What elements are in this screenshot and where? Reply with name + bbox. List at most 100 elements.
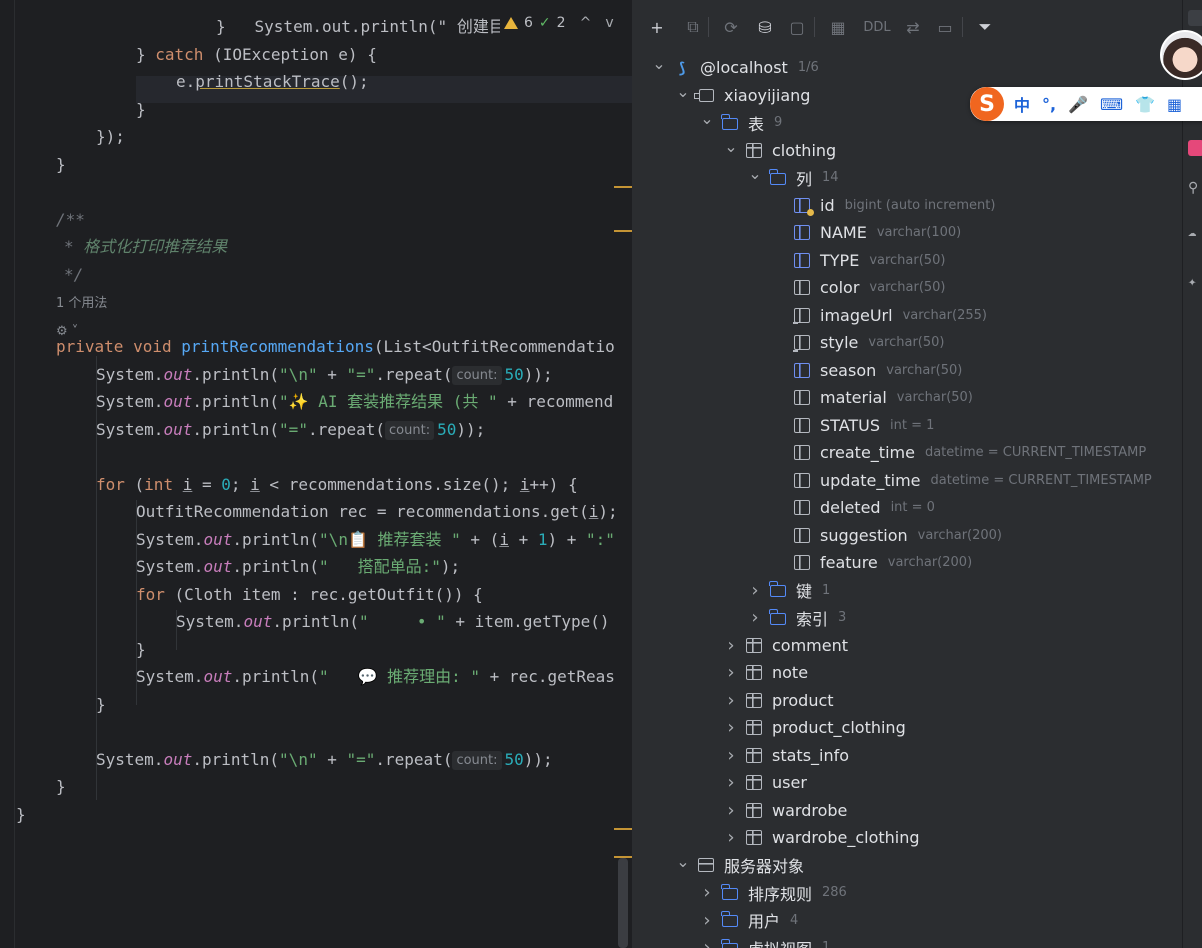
expanded-chevron-icon[interactable]: ⌄ (673, 81, 693, 101)
code-line[interactable]: }); (96, 123, 125, 150)
tree-node-t18[interactable]: feature varchar(200) (769, 549, 972, 576)
data-source-properties-icon[interactable]: ⛁ (752, 14, 778, 40)
endpoints-tool-icon[interactable]: ⚲ (1188, 180, 1202, 196)
code-line[interactable]: OutfitRecommendation rec = recommendatio… (136, 498, 618, 525)
ime-toolbar[interactable]: S 中 °, 🎤 ⌨ 👕 ▦ (970, 87, 1202, 121)
table-view-icon[interactable]: ▦ (825, 14, 851, 40)
scrollbar-warning-mark[interactable] (614, 230, 632, 232)
tree-node-t20[interactable]: › 索引 3 (745, 604, 846, 631)
code-line[interactable]: System.out.println(" 搭配单品:"); (136, 553, 460, 580)
tree-node-t24[interactable]: › product_clothing (721, 714, 905, 741)
new-icon[interactable]: + (644, 14, 670, 40)
collapsed-chevron-icon[interactable]: › (721, 745, 741, 766)
ai-assistant-tool-icon[interactable]: ✦ (1188, 274, 1202, 290)
collapsed-chevron-icon[interactable]: › (721, 827, 741, 848)
next-highlight-icon[interactable]: v (605, 15, 613, 31)
tree-node-t23[interactable]: › product (721, 687, 833, 714)
code-line[interactable]: * 格式化打印推荐结果 (64, 233, 227, 260)
code-line[interactable]: System.out.println("=".repeat(count: 50))… (96, 416, 485, 443)
tree-node-t29[interactable]: ⌄ 服务器对象 (673, 852, 804, 879)
tree-node-t17[interactable]: suggestion varchar(200) (769, 522, 1002, 549)
expanded-chevron-icon[interactable]: ⌄ (649, 54, 669, 74)
collapsed-chevron-icon[interactable]: › (721, 717, 741, 738)
database-tool-icon[interactable] (1188, 10, 1202, 26)
collapsed-chevron-icon[interactable]: › (721, 772, 741, 793)
tree-node-t32[interactable]: › 虚拟视图 1 (697, 934, 830, 948)
tree-node-t30[interactable]: › 排序规则 286 (697, 879, 846, 906)
tree-node-t14[interactable]: create_time datetime = CURRENT_TIMESTAMP (769, 439, 1146, 466)
tree-node-t28[interactable]: › wardrobe_clothing (721, 824, 919, 851)
notifications-tool-icon[interactable]: ☁ (1188, 224, 1202, 240)
previous-highlight-icon[interactable]: ^ (580, 15, 592, 31)
tree-node-t26[interactable]: › user (721, 769, 807, 796)
code-line[interactable]: } (56, 773, 66, 800)
scrollbar-warning-mark[interactable] (614, 828, 632, 830)
tree-node-t8[interactable]: color varchar(50) (769, 274, 946, 301)
tree-node-t15[interactable]: update_time datetime = CURRENT_TIMESTAMP (769, 467, 1152, 494)
code-line[interactable]: System.out.println("\n" + "=".repeat(cou… (96, 746, 553, 773)
tree-node-t0[interactable]: ⌄ ⟆ @localhost 1/6 (649, 54, 818, 81)
collapsed-chevron-icon[interactable]: › (745, 607, 765, 628)
keyboard-icon[interactable]: ⌨ (1100, 95, 1123, 114)
inspection-widget[interactable]: 6 ✓ 2 ^ v (500, 10, 614, 36)
editor-scrollbar-thumb[interactable] (618, 858, 628, 948)
tree-node-t19[interactable]: › 键 1 (745, 577, 830, 604)
toolbox-icon[interactable]: ▦ (1167, 95, 1182, 114)
scrollbar-warning-mark[interactable] (614, 186, 632, 188)
expanded-chevron-icon[interactable]: ⌄ (697, 109, 717, 129)
collapsed-chevron-icon[interactable]: › (697, 937, 717, 948)
code-line[interactable]: System.out.println(" 💬 推荐理由: " + rec.get… (136, 663, 615, 690)
avatar[interactable] (1160, 30, 1202, 80)
code-line[interactable]: } catch (IOException e) { (136, 41, 377, 68)
code-line[interactable]: 1 个用法 (56, 288, 107, 315)
plugin-tool-icon[interactable] (1188, 140, 1202, 156)
stop-icon[interactable]: ▢ (784, 14, 810, 40)
tree-node-t4[interactable]: ⌄ 列 14 (745, 164, 838, 191)
code-line[interactable]: private void printRecommendations(List<O… (56, 333, 615, 360)
microphone-icon[interactable]: 🎤 (1068, 95, 1088, 114)
collapsed-chevron-icon[interactable]: › (721, 635, 741, 656)
tree-node-t2[interactable]: ⌄ 表 9 (697, 109, 782, 136)
code-line[interactable]: } (136, 96, 146, 123)
refresh-icon[interactable]: ⟳ (718, 14, 744, 40)
code-editor[interactable]: }} catch (IOException e) {e.printStackTr… (0, 0, 632, 948)
collapsed-chevron-icon[interactable]: › (721, 662, 741, 683)
collapsed-chevron-icon[interactable]: › (745, 580, 765, 601)
collapsed-chevron-icon[interactable]: › (697, 910, 717, 931)
sogou-logo-icon[interactable]: S (970, 87, 1004, 121)
tree-node-t5[interactable]: id bigint (auto increment) (769, 192, 995, 219)
tree-node-t27[interactable]: › wardrobe (721, 797, 847, 824)
collapsed-chevron-icon[interactable]: › (721, 690, 741, 711)
code-line[interactable]: System.out.println("✨ AI 套装推荐结果 (共 " + r… (96, 388, 613, 415)
tree-node-t13[interactable]: STATUS int = 1 (769, 412, 934, 439)
tree-node-t9[interactable]: imageUrl varchar(255) (769, 302, 987, 329)
code-line[interactable]: for (Cloth item : rec.getOutfit()) { (136, 581, 483, 608)
tree-node-t1[interactable]: ⌄ xiaoyijiang (673, 82, 810, 109)
code-line[interactable]: for (int i = 0; i < recommendations.size… (96, 471, 578, 498)
tree-node-t3[interactable]: ⌄ clothing (721, 137, 836, 164)
copy-icon[interactable]: ⧉ (680, 14, 706, 40)
expanded-chevron-icon[interactable]: ⌄ (721, 136, 741, 156)
jump-icon[interactable]: ⇄ (900, 14, 926, 40)
expanded-chevron-icon[interactable]: ⌄ (745, 164, 765, 184)
skin-icon[interactable]: 👕 (1135, 95, 1155, 114)
tree-node-t12[interactable]: material varchar(50) (769, 384, 973, 411)
punctuation-icon[interactable]: °, (1042, 95, 1056, 114)
chinese-mode-icon[interactable]: 中 (1014, 92, 1030, 116)
code-line[interactable]: */ (64, 261, 83, 288)
filter-icon[interactable]: ⏷ (972, 14, 998, 40)
expanded-chevron-icon[interactable]: ⌄ (673, 851, 693, 871)
ddl-button[interactable]: DDL (860, 14, 894, 40)
code-line[interactable]: System.out.println("\n" + "=".repeat(cou… (96, 361, 553, 388)
tree-node-t22[interactable]: › note (721, 659, 808, 686)
code-line[interactable]: } (16, 801, 26, 828)
collapsed-chevron-icon[interactable]: › (721, 800, 741, 821)
collapsed-chevron-icon[interactable]: › (697, 882, 717, 903)
tree-node-t21[interactable]: › comment (721, 632, 848, 659)
tree-node-t31[interactable]: › 用户 4 (697, 907, 798, 934)
code-line[interactable]: } (96, 691, 106, 718)
code-line[interactable]: System.out.println("\n📋 推荐套装 " + (i + 1)… (136, 526, 615, 553)
tree-node-t10[interactable]: style varchar(50) (769, 329, 944, 356)
tree-node-t16[interactable]: deleted int = 0 (769, 494, 935, 521)
code-line[interactable]: /** (56, 206, 85, 233)
